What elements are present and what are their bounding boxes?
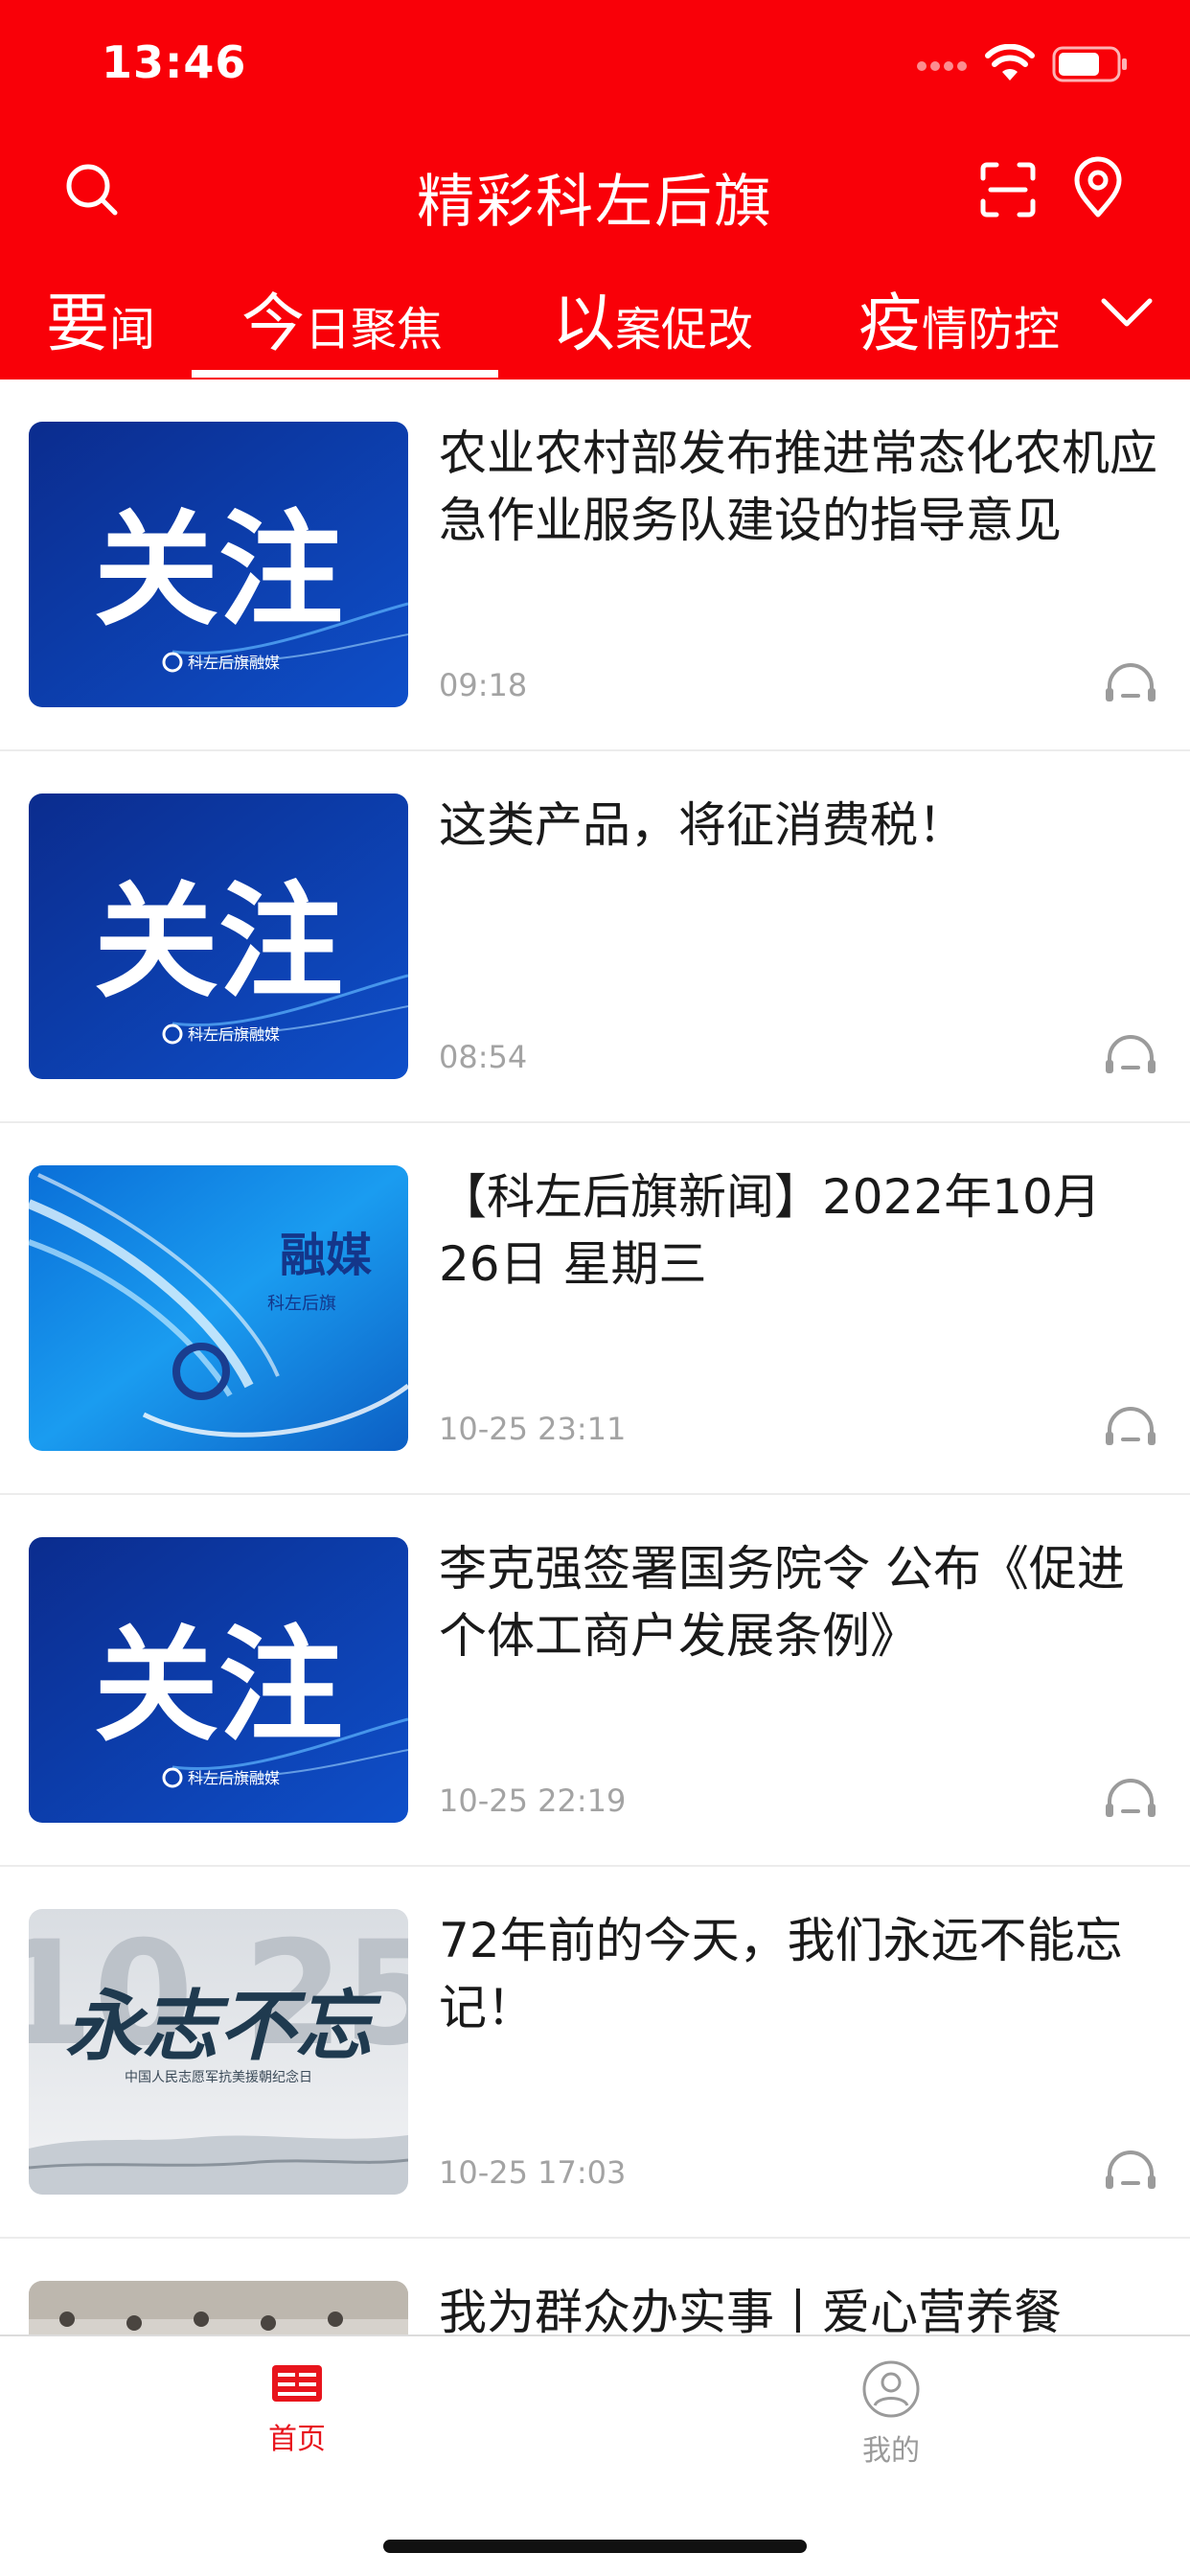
- status-time: 13:46: [102, 36, 247, 88]
- news-thumbnail: 10 25 永志不忘 中国人民志愿军抗美援朝纪念日: [29, 1909, 408, 2195]
- svg-text:科左后旗融媒: 科左后旗融媒: [188, 1025, 280, 1044]
- home-indicator: [383, 2540, 807, 2553]
- news-item[interactable]: 融媒 科左后旗 【科左后旗新闻】2022年10月26日 星期三 10-25 23…: [0, 1123, 1190, 1495]
- nav-mine-label: 我的: [862, 2434, 920, 2468]
- battery-icon: [1052, 46, 1127, 82]
- news-item[interactable]: 我为群众办实事丨爱心营养餐: [0, 2239, 1190, 2334]
- news-feed: 关注 科左后旗融媒 农业农村部发布推进常态化农机应急作业服务队建设的指导意见 0…: [0, 380, 1190, 2334]
- news-time: 08:54: [439, 1039, 528, 1075]
- app-header: 13:46 精彩科左后旗 要闻 今日聚焦 以案促改 疫情防控: [0, 0, 1190, 380]
- news-icon: [272, 2365, 322, 2402]
- bottom-navigation: 首页 我的: [0, 2334, 1190, 2576]
- news-thumbnail: 关注 科左后旗融媒: [29, 794, 408, 1079]
- headphones-icon[interactable]: [1102, 1773, 1159, 1821]
- svg-text:关注: 关注: [94, 497, 343, 643]
- news-thumbnail: 融媒 科左后旗: [29, 1165, 408, 1451]
- news-time: 10-25 22:19: [439, 1782, 627, 1819]
- location-icon[interactable]: [1067, 155, 1129, 220]
- title-bar: 精彩科左后旗: [0, 134, 1190, 249]
- tab-yiqing-fangkong[interactable]: 疫情防控: [858, 272, 1060, 364]
- svg-text:关注: 关注: [94, 1613, 343, 1759]
- news-time: 09:18: [439, 667, 528, 703]
- news-thumbnail: 关注 科左后旗融媒: [29, 1537, 408, 1823]
- news-time: 10-25 23:11: [439, 1411, 627, 1447]
- news-title: 72年前的今天，我们永远不能忘记！: [439, 1913, 1123, 2036]
- user-icon: [862, 2360, 920, 2418]
- svg-text:融媒: 融媒: [280, 1229, 373, 1282]
- tab-yian-cugai[interactable]: 以案促改: [552, 272, 753, 364]
- news-item[interactable]: 关注 科左后旗融媒 李克强签署国务院令 公布《促进个体工商户发展条例》 10-2…: [0, 1495, 1190, 1867]
- news-title: 李克强签署国务院令 公布《促进个体工商户发展条例》: [439, 1541, 1125, 1664]
- news-title: 农业农村部发布推进常态化农机应急作业服务队建设的指导意见: [439, 426, 1157, 548]
- headphones-icon[interactable]: [1102, 1029, 1159, 1077]
- news-item[interactable]: 关注 科左后旗融媒 这类产品，将征消费税！ 08:54: [0, 751, 1190, 1123]
- svg-text:科左后旗: 科左后旗: [267, 1294, 336, 1314]
- headphones-icon[interactable]: [1102, 657, 1159, 705]
- news-item[interactable]: 关注 科左后旗融媒 农业农村部发布推进常态化农机应急作业服务队建设的指导意见 0…: [0, 380, 1190, 751]
- chevron-down-icon[interactable]: [1100, 293, 1154, 332]
- svg-text:科左后旗融媒: 科左后旗融媒: [188, 654, 280, 672]
- signal-icon: [917, 61, 967, 71]
- headphones-icon[interactable]: [1102, 1401, 1159, 1449]
- news-time: 10-25 17:03: [439, 2154, 627, 2191]
- tab-jinri-jujiao[interactable]: 今日聚焦: [241, 272, 443, 364]
- nav-home[interactable]: 首页: [201, 2359, 393, 2457]
- news-thumbnail: [29, 2281, 408, 2334]
- news-title: 这类产品，将征消费税！: [439, 797, 966, 853]
- svg-text:关注: 关注: [94, 869, 343, 1015]
- news-thumbnail: 关注 科左后旗融媒: [29, 422, 408, 707]
- nav-home-label: 首页: [268, 2423, 326, 2456]
- svg-text:科左后旗融媒: 科左后旗融媒: [188, 1769, 280, 1787]
- nav-mine[interactable]: 我的: [795, 2359, 987, 2469]
- tab-yaowen[interactable]: 要闻: [46, 272, 155, 364]
- news-title: 【科左后旗新闻】2022年10月26日 星期三: [439, 1169, 1101, 1292]
- channel-tabs: 要闻 今日聚焦 以案促改 疫情防控: [0, 259, 1190, 380]
- news-item[interactable]: 10 25 永志不忘 中国人民志愿军抗美援朝纪念日 72年前的今天，我们永远不能…: [0, 1867, 1190, 2239]
- status-bar: 13:46: [0, 0, 1190, 134]
- svg-text:中国人民志愿军抗美援朝纪念日: 中国人民志愿军抗美援朝纪念日: [125, 2069, 312, 2085]
- scan-icon[interactable]: [977, 159, 1039, 220]
- wifi-icon: [985, 44, 1035, 80]
- news-title: 我为群众办实事丨爱心营养餐: [439, 2285, 1062, 2334]
- headphones-icon[interactable]: [1102, 2145, 1159, 2193]
- svg-text:永志不忘: 永志不忘: [65, 1981, 382, 2071]
- active-tab-indicator: [192, 370, 498, 378]
